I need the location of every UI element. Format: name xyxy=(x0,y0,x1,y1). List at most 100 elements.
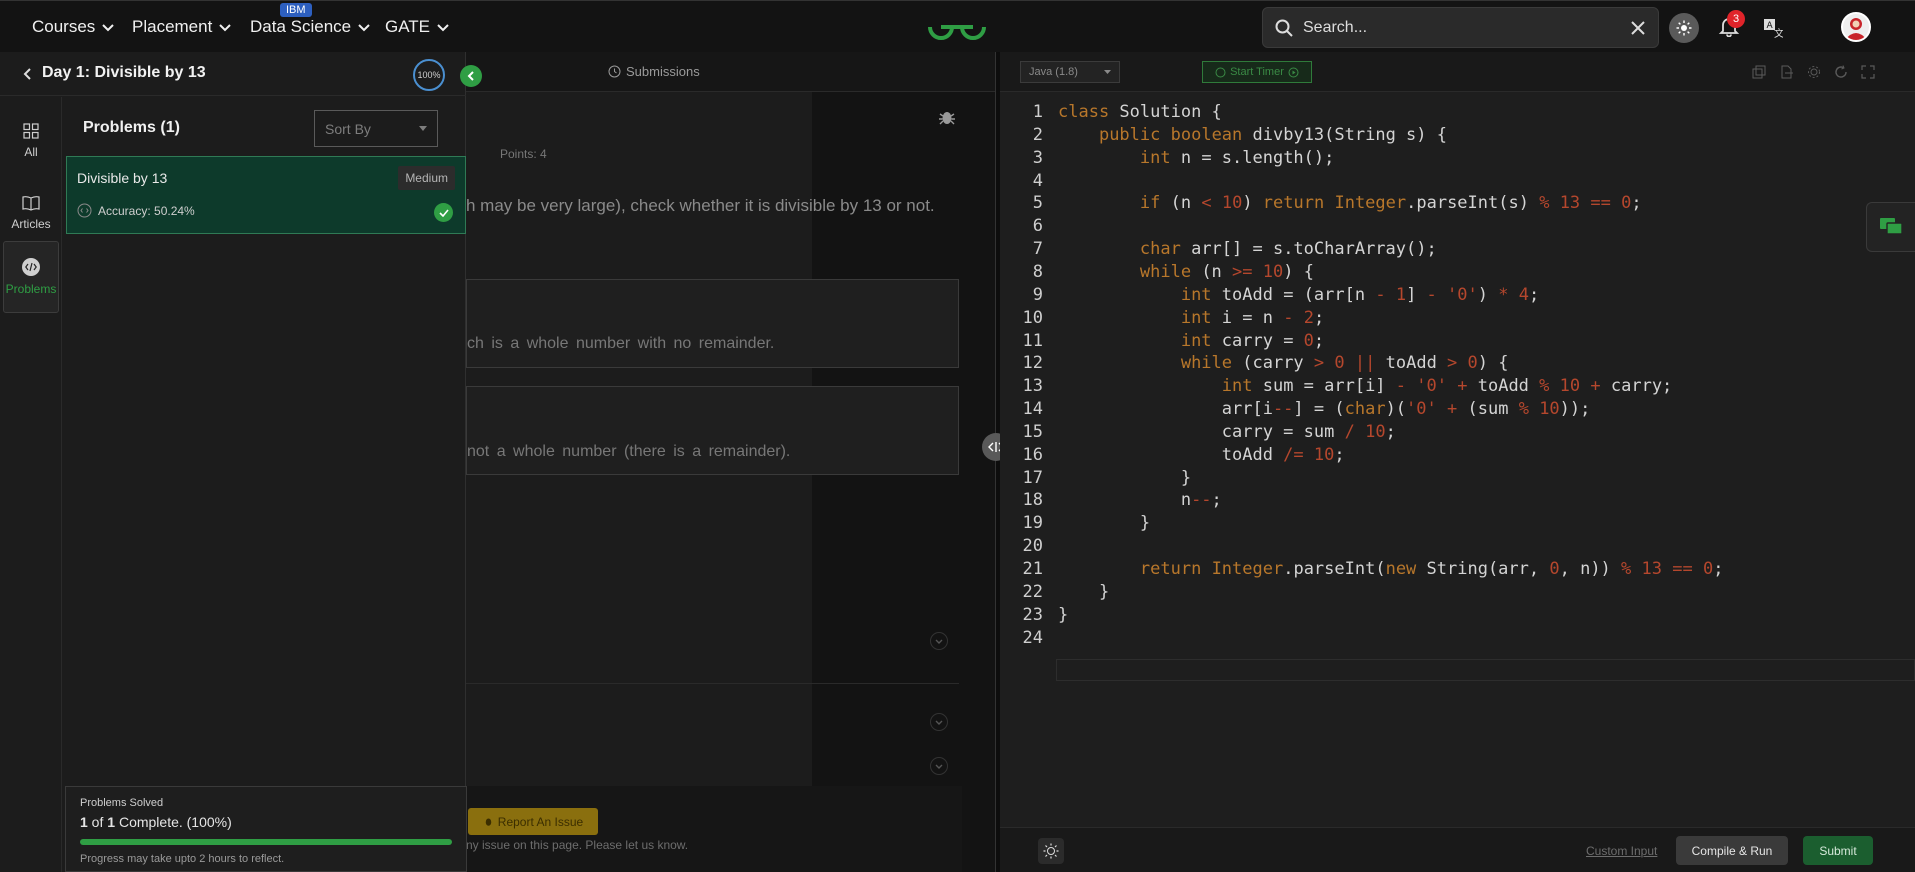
submit-button[interactable]: Submit xyxy=(1803,836,1873,865)
solved-label: Problems Solved xyxy=(80,797,164,809)
bug-icon[interactable] xyxy=(938,108,956,126)
sort-by-dropdown[interactable]: Sort By xyxy=(314,110,438,147)
line-number: 10 xyxy=(1022,307,1043,328)
line-number: 23 xyxy=(1022,604,1043,625)
line-number: 4 xyxy=(1032,170,1043,191)
translate-icon[interactable]: A文 xyxy=(1763,18,1783,38)
bug-icon xyxy=(485,818,492,826)
solved-note: Progress may take upto 2 hours to reflec… xyxy=(80,853,285,865)
report-issue-label: Report An Issue xyxy=(497,814,584,829)
rail-item-problems-label: Problems xyxy=(5,282,57,296)
accordion-toggle[interactable] xyxy=(930,713,948,731)
drawer-rail: All Articles Problems xyxy=(0,97,62,872)
hint-button[interactable] xyxy=(1038,838,1064,864)
drawer-title: Day 1: Divisible by 13 xyxy=(42,64,206,81)
code-line: int carry = 0; xyxy=(1180,330,1325,351)
line-number: 13 xyxy=(1022,376,1043,397)
start-timer-button[interactable]: Start Timer xyxy=(1202,61,1312,83)
sort-by-label: Sort By xyxy=(325,120,371,137)
nav-gate[interactable]: GATE xyxy=(385,17,450,37)
line-number: 22 xyxy=(1022,581,1043,602)
search-bar[interactable] xyxy=(1262,7,1659,48)
notification-count-badge: 3 xyxy=(1727,10,1745,28)
line-number: 19 xyxy=(1022,513,1043,534)
example-box-2 xyxy=(466,386,959,475)
code-editor[interactable]: 1 2 3 4 5 6 7 8 9 10 11 12 13 14 15 16 17 18 19 20 21 22 23 24 … xyxy=(1000,92,1915,827)
chevron-down-icon xyxy=(437,24,449,32)
lightbulb-icon xyxy=(1043,843,1059,859)
avatar-image xyxy=(1845,18,1867,40)
code-circle-icon xyxy=(77,203,92,218)
problem-card[interactable]: Divisible by 13 Medium Accuracy: 50.24% xyxy=(66,156,466,234)
rail-item-problems[interactable]: Problems xyxy=(3,241,59,313)
settings-icon[interactable] xyxy=(1807,65,1821,79)
chevron-down-icon xyxy=(935,639,943,644)
top-navbar: Courses Placement IBM Data Science GATE … xyxy=(0,0,1915,52)
solved-progress-bar xyxy=(80,839,452,845)
nav-placement[interactable]: Placement xyxy=(132,17,232,37)
line-number: 20 xyxy=(1022,536,1043,557)
grid-icon xyxy=(23,123,39,139)
report-issue-button[interactable]: Report An Issue xyxy=(468,808,598,835)
nav-data-science-label: Data Science xyxy=(250,17,352,36)
code-line: while (carry > 0 || toAdd > 0) { xyxy=(1180,353,1509,374)
code-line: int sum = arr[i] - '0' + toAdd % 10 + ca… xyxy=(1221,376,1673,397)
close-icon[interactable] xyxy=(1630,20,1646,36)
tab-submissions[interactable]: Submissions xyxy=(608,64,700,79)
drawer-header: Day 1: Divisible by 13 100% xyxy=(0,52,466,96)
problems-heading: Problems (1) xyxy=(83,119,180,136)
nav-placement-label: Placement xyxy=(132,17,213,36)
svg-text:A: A xyxy=(1767,21,1774,31)
search-input[interactable] xyxy=(1303,18,1630,37)
fullscreen-icon[interactable] xyxy=(1861,65,1875,79)
nav-courses[interactable]: Courses xyxy=(32,17,115,37)
problem-list-drawer: Day 1: Divisible by 13 100% All Articles… xyxy=(0,52,467,872)
gfg-logo[interactable] xyxy=(926,11,988,43)
rail-item-all[interactable]: All xyxy=(3,105,59,177)
line-number: 7 xyxy=(1032,239,1043,260)
editor-toolbar: Java (1.8) Start Timer xyxy=(1000,52,1915,92)
chat-button[interactable] xyxy=(1866,202,1915,252)
collapse-drawer-button[interactable] xyxy=(460,65,482,87)
problem-statement: h may be very large), check whether it i… xyxy=(466,196,935,215)
points-label: Points: 4 xyxy=(500,147,547,161)
chevron-down-icon xyxy=(935,720,943,725)
line-number: 9 xyxy=(1032,284,1043,305)
search-icon xyxy=(1275,19,1293,37)
accuracy-row: Accuracy: 50.24% xyxy=(77,203,195,218)
example-2-text: not a whole number (there is a remainder… xyxy=(467,443,791,460)
book-icon xyxy=(22,196,40,211)
code-line: char arr[] = s.toCharArray(); xyxy=(1139,239,1437,260)
chevron-down-icon xyxy=(358,24,370,32)
copy-icon[interactable] xyxy=(1752,65,1766,79)
accordion-toggle[interactable] xyxy=(930,757,948,775)
example-box-1 xyxy=(466,279,959,368)
line-number: 21 xyxy=(1022,559,1043,579)
code-line: return Integer.parseInt(new String(arr, … xyxy=(1139,559,1724,579)
reset-icon[interactable] xyxy=(1834,65,1848,79)
nav-data-science[interactable]: Data Science xyxy=(250,17,371,37)
theme-toggle-button[interactable] xyxy=(1669,13,1699,43)
code-line: } xyxy=(1058,581,1110,602)
solved-count: 1 of 1 Complete. (100%) xyxy=(80,814,232,830)
chevron-down-icon xyxy=(219,24,232,32)
line-number: 12 xyxy=(1022,353,1043,374)
clock-icon xyxy=(608,65,621,78)
back-chevron-icon[interactable] xyxy=(22,67,34,81)
language-select[interactable]: Java (1.8) xyxy=(1020,61,1120,83)
custom-input-link[interactable]: Custom Input xyxy=(1586,844,1657,858)
code-line: while (n >= 10) { xyxy=(1139,261,1314,282)
file-icon[interactable] xyxy=(1779,65,1793,79)
rail-item-articles[interactable]: Articles xyxy=(3,177,59,249)
divider xyxy=(466,683,959,684)
sun-icon xyxy=(1676,20,1692,36)
code-line: if (n < 10) return Integer.parseInt(s) %… xyxy=(1139,193,1642,214)
accordion-toggle[interactable] xyxy=(930,632,948,650)
user-avatar[interactable] xyxy=(1841,12,1871,42)
line-number: 8 xyxy=(1032,261,1043,282)
line-number: 14 xyxy=(1022,399,1043,420)
compile-run-button[interactable]: Compile & Run xyxy=(1676,836,1788,865)
code-line: carry = sum / 10; xyxy=(1058,421,1396,442)
report-help-text: ny issue on this page. Please let us kno… xyxy=(466,838,689,852)
line-number: 1 xyxy=(1032,102,1043,122)
